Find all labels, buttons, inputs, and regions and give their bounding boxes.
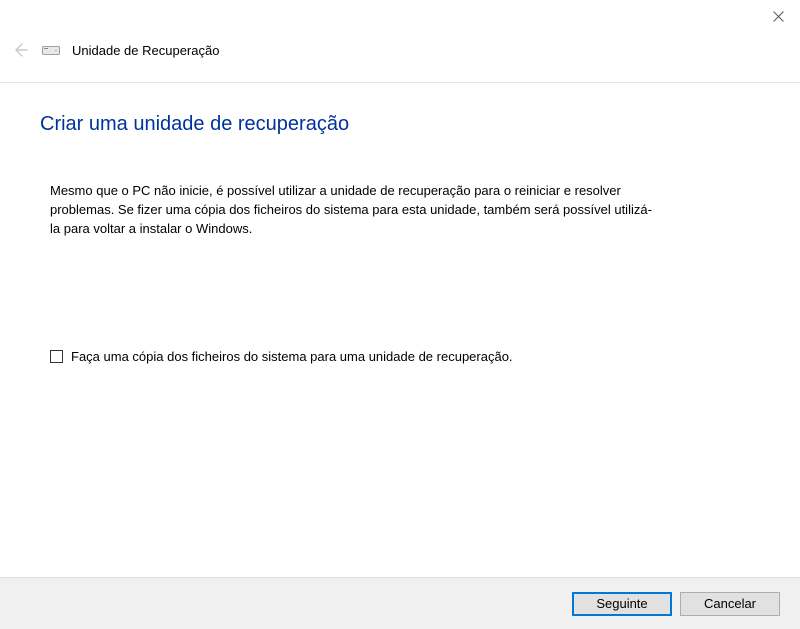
backup-files-option[interactable]: Faça uma cópia dos ficheiros do sistema …: [40, 349, 760, 364]
next-button[interactable]: Seguinte: [572, 592, 672, 616]
description-text: Mesmo que o PC não inicie, é possível ut…: [40, 182, 660, 239]
main-content: Criar uma unidade de recuperação Mesmo q…: [0, 83, 800, 364]
arrow-left-icon: [12, 42, 28, 58]
back-button: [10, 40, 30, 60]
window-title: Unidade de Recuperação: [72, 43, 219, 58]
backup-files-label: Faça uma cópia dos ficheiros do sistema …: [71, 349, 513, 364]
drive-icon: [42, 43, 60, 57]
page-heading: Criar uma unidade de recuperação: [40, 113, 760, 136]
cancel-button[interactable]: Cancelar: [680, 592, 780, 616]
footer-bar: Seguinte Cancelar: [0, 577, 800, 629]
close-button[interactable]: [768, 6, 788, 26]
backup-files-checkbox[interactable]: [50, 350, 63, 363]
header-bar: Unidade de Recuperação: [0, 0, 800, 70]
close-icon: [773, 11, 784, 22]
